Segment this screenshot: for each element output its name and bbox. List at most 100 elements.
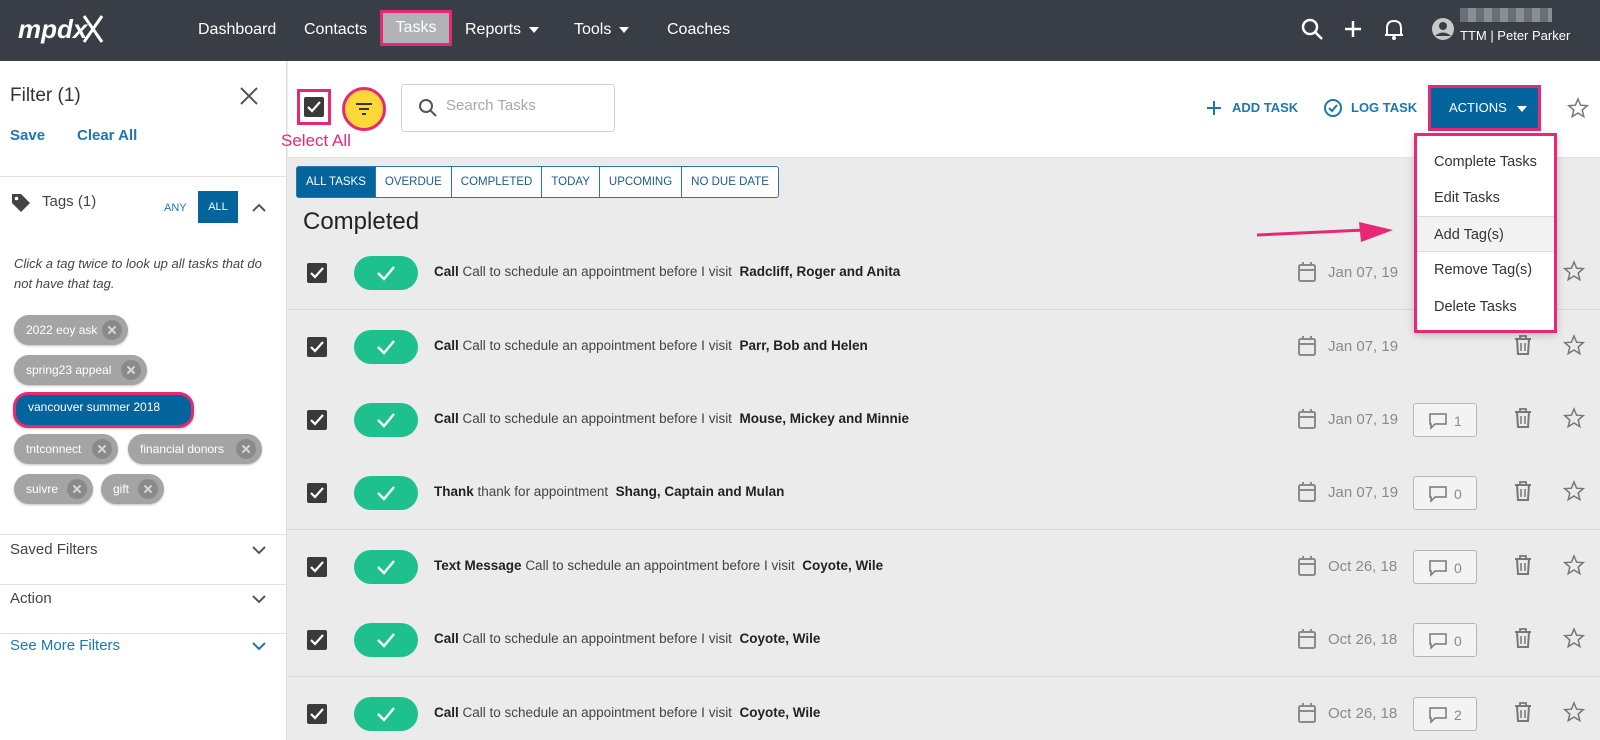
nav-reports[interactable]: Reports (465, 18, 540, 42)
task-summary[interactable]: Call Call to schedule an appointment bef… (434, 705, 820, 720)
menu-add-tags[interactable]: Add Tag(s) (1417, 216, 1554, 252)
tag-chip[interactable]: tntconnect (14, 434, 118, 464)
task-contact[interactable]: Parr, Bob and Helen (739, 338, 867, 353)
complete-task-toggle[interactable] (354, 697, 418, 731)
task-row[interactable]: Call Call to schedule an appointment bef… (288, 236, 1600, 310)
tab-no-due-date[interactable]: NO DUE DATE (682, 167, 778, 197)
task-checkbox[interactable] (307, 630, 327, 650)
trash-icon[interactable] (1514, 554, 1532, 576)
comments-button[interactable]: 0 (1413, 476, 1477, 510)
task-checkbox[interactable] (307, 410, 327, 430)
star-icon[interactable] (1563, 480, 1585, 502)
nav-tasks[interactable]: Tasks (380, 10, 452, 46)
complete-task-toggle[interactable] (354, 403, 418, 437)
task-row[interactable]: Text Message Call to schedule an appoint… (288, 530, 1600, 604)
tag-chip[interactable]: suivre (14, 474, 93, 504)
task-checkbox[interactable] (307, 704, 327, 724)
task-contact[interactable]: Coyote, Wile (802, 558, 883, 573)
menu-remove-tags[interactable]: Remove Tag(s) (1417, 252, 1554, 288)
tags-heading[interactable]: Tags (1) (42, 193, 96, 210)
complete-task-toggle[interactable] (354, 623, 418, 657)
tag-chip[interactable]: spring23 appeal (14, 355, 147, 385)
complete-task-toggle[interactable] (354, 550, 418, 584)
task-contact[interactable]: Radcliff, Roger and Anita (739, 264, 900, 279)
search-tasks-box[interactable] (401, 84, 615, 132)
task-row[interactable]: Call Call to schedule an appointment bef… (288, 677, 1600, 740)
remove-tag-icon[interactable] (121, 360, 141, 380)
complete-task-toggle[interactable] (354, 256, 418, 290)
star-icon[interactable] (1563, 334, 1585, 356)
check-circle-icon[interactable] (1323, 98, 1343, 118)
task-contact[interactable]: Coyote, Wile (739, 705, 820, 720)
tab-overdue[interactable]: OVERDUE (376, 167, 452, 197)
task-contact[interactable]: Mouse, Mickey and Minnie (739, 411, 909, 426)
plus-icon[interactable] (1206, 100, 1222, 116)
chevron-down-icon[interactable] (251, 638, 267, 654)
saved-filters-section[interactable]: Saved Filters (10, 541, 98, 558)
task-summary[interactable]: Call Call to schedule an appointment bef… (434, 631, 820, 646)
task-row[interactable]: Call Call to schedule an appointment bef… (288, 603, 1600, 677)
trash-icon[interactable] (1514, 701, 1532, 723)
task-contact[interactable]: Coyote, Wile (739, 631, 820, 646)
mpdx-logo[interactable]: mpdx (18, 12, 104, 46)
task-checkbox[interactable] (307, 557, 327, 577)
task-row[interactable]: Call Call to schedule an appointment bef… (288, 383, 1600, 457)
tags-all-toggle[interactable]: ALL (198, 191, 238, 223)
task-row[interactable]: Thank thank for appointment Shang, Capta… (288, 456, 1600, 530)
chevron-down-icon[interactable] (251, 542, 267, 558)
filter-toggle-button[interactable] (342, 87, 386, 131)
remove-tag-icon[interactable] (138, 479, 158, 499)
nav-contacts[interactable]: Contacts (304, 18, 367, 42)
task-row[interactable]: Call Call to schedule an appointment bef… (288, 310, 1600, 384)
task-summary[interactable]: Thank thank for appointment Shang, Capta… (434, 484, 784, 499)
tag-chip[interactable]: gift (101, 474, 164, 504)
task-summary[interactable]: Text Message Call to schedule an appoint… (434, 558, 883, 573)
tags-any-toggle[interactable]: ANY (164, 202, 187, 214)
remove-tag-icon[interactable] (67, 479, 87, 499)
star-icon[interactable] (1563, 407, 1585, 429)
select-all-checkbox[interactable] (297, 89, 331, 125)
task-summary[interactable]: Call Call to schedule an appointment bef… (434, 338, 868, 353)
user-menu[interactable]: TTM | Peter Parker (1460, 8, 1570, 43)
comments-button[interactable]: 0 (1413, 623, 1477, 657)
search-tasks-input[interactable] (446, 97, 606, 114)
task-summary[interactable]: Call Call to schedule an appointment bef… (434, 411, 909, 426)
tab-today[interactable]: TODAY (542, 167, 600, 197)
chevron-up-icon[interactable] (251, 200, 267, 216)
tab-all-tasks[interactable]: ALL TASKS (297, 167, 376, 197)
chevron-down-icon[interactable] (251, 591, 267, 607)
star-icon[interactable] (1563, 260, 1585, 282)
trash-icon[interactable] (1514, 334, 1532, 356)
add-task-button[interactable]: ADD TASK (1232, 100, 1298, 115)
star-icon[interactable] (1563, 701, 1585, 723)
comments-button[interactable]: 1 (1413, 403, 1477, 437)
star-icon[interactable] (1567, 97, 1589, 119)
action-section[interactable]: Action (10, 590, 52, 607)
nav-dashboard[interactable]: Dashboard (198, 18, 276, 42)
clear-all-button[interactable]: Clear All (77, 127, 137, 144)
trash-icon[interactable] (1514, 407, 1532, 429)
save-filter-button[interactable]: Save (10, 127, 45, 144)
trash-icon[interactable] (1514, 627, 1532, 649)
comments-button[interactable]: 0 (1413, 550, 1477, 584)
task-summary[interactable]: Call Call to schedule an appointment bef… (434, 264, 900, 279)
menu-edit-tasks[interactable]: Edit Tasks (1417, 180, 1554, 216)
menu-complete-tasks[interactable]: Complete Tasks (1417, 144, 1554, 180)
task-contact[interactable]: Shang, Captain and Mulan (616, 484, 785, 499)
comments-button[interactable]: 2 (1413, 697, 1477, 731)
tag-chip[interactable]: financial donors (128, 434, 262, 464)
actions-dropdown-button[interactable]: ACTIONS (1428, 85, 1541, 131)
tab-completed[interactable]: COMPLETED (452, 167, 543, 197)
see-more-filters[interactable]: See More Filters (10, 637, 120, 654)
tag-chip[interactable]: 2022 eoy ask (14, 315, 128, 345)
log-task-button[interactable]: LOG TASK (1351, 100, 1417, 115)
menu-delete-tasks[interactable]: Delete Tasks (1417, 289, 1554, 325)
search-icon[interactable] (1299, 16, 1325, 42)
bell-icon[interactable] (1381, 16, 1407, 42)
nav-coaches[interactable]: Coaches (667, 18, 730, 42)
task-checkbox[interactable] (307, 263, 327, 283)
user-avatar-icon[interactable] (1430, 16, 1456, 42)
task-checkbox[interactable] (307, 483, 327, 503)
trash-icon[interactable] (1514, 480, 1532, 502)
remove-tag-icon[interactable] (236, 439, 256, 459)
